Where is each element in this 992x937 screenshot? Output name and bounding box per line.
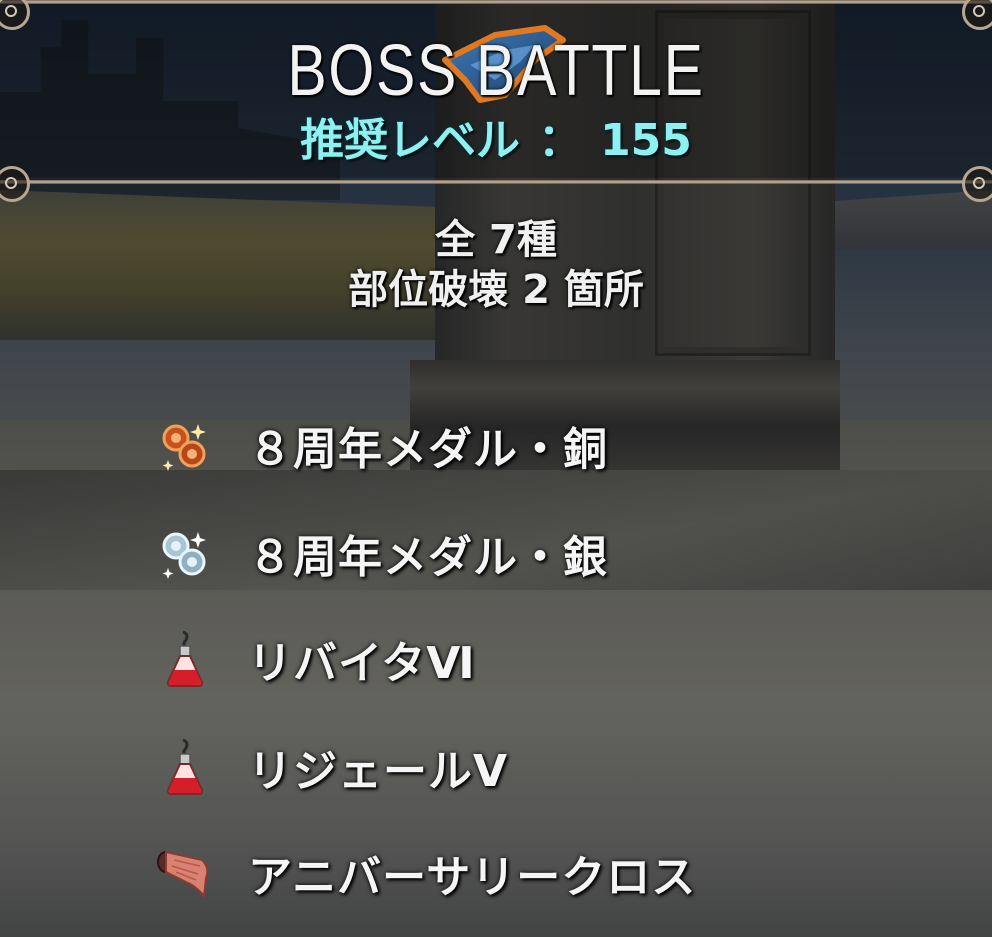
reward-label: アニバーサリークロス <box>248 852 697 903</box>
reward-item: リジェールⅤ <box>150 732 910 802</box>
right-divider-ornament-icon <box>962 166 992 202</box>
reward-item: アニバーサリークロス <box>150 838 910 908</box>
reward-label: リバイタⅥ <box>248 638 476 689</box>
red-potion-icon <box>150 624 220 694</box>
boss-battle-title: BOSS BATTLE <box>287 31 705 111</box>
breakable-parts-text: 部位破壊 2 箇所 <box>348 267 644 313</box>
reward-label: ８周年メダル・銅 <box>248 424 608 475</box>
silver-medal-icon <box>150 518 220 588</box>
total-types-text: 全 7種 <box>435 217 557 263</box>
recommended-level: 推奨レベル ： 155 <box>0 104 992 168</box>
recommended-level-label: 推奨レベル <box>300 115 521 166</box>
reward-label: ８周年メダル・銀 <box>248 532 608 583</box>
reward-item: ８周年メダル・銅 <box>150 410 910 480</box>
reward-label: リジェールⅤ <box>248 746 509 797</box>
recommended-level-separator: ： <box>538 115 583 166</box>
top-frame-line <box>0 0 992 4</box>
cloth-icon <box>150 838 220 908</box>
bronze-medal-icon <box>150 410 220 480</box>
reward-item: ８周年メダル・銀 <box>150 518 910 588</box>
recommended-level-value: 155 <box>600 115 692 166</box>
reward-item: リバイタⅥ <box>150 624 910 694</box>
divider-frame-line <box>0 180 992 184</box>
red-potion-icon <box>150 732 220 802</box>
reward-summary: 全 7種 部位破壊 2 箇所 <box>0 215 992 315</box>
